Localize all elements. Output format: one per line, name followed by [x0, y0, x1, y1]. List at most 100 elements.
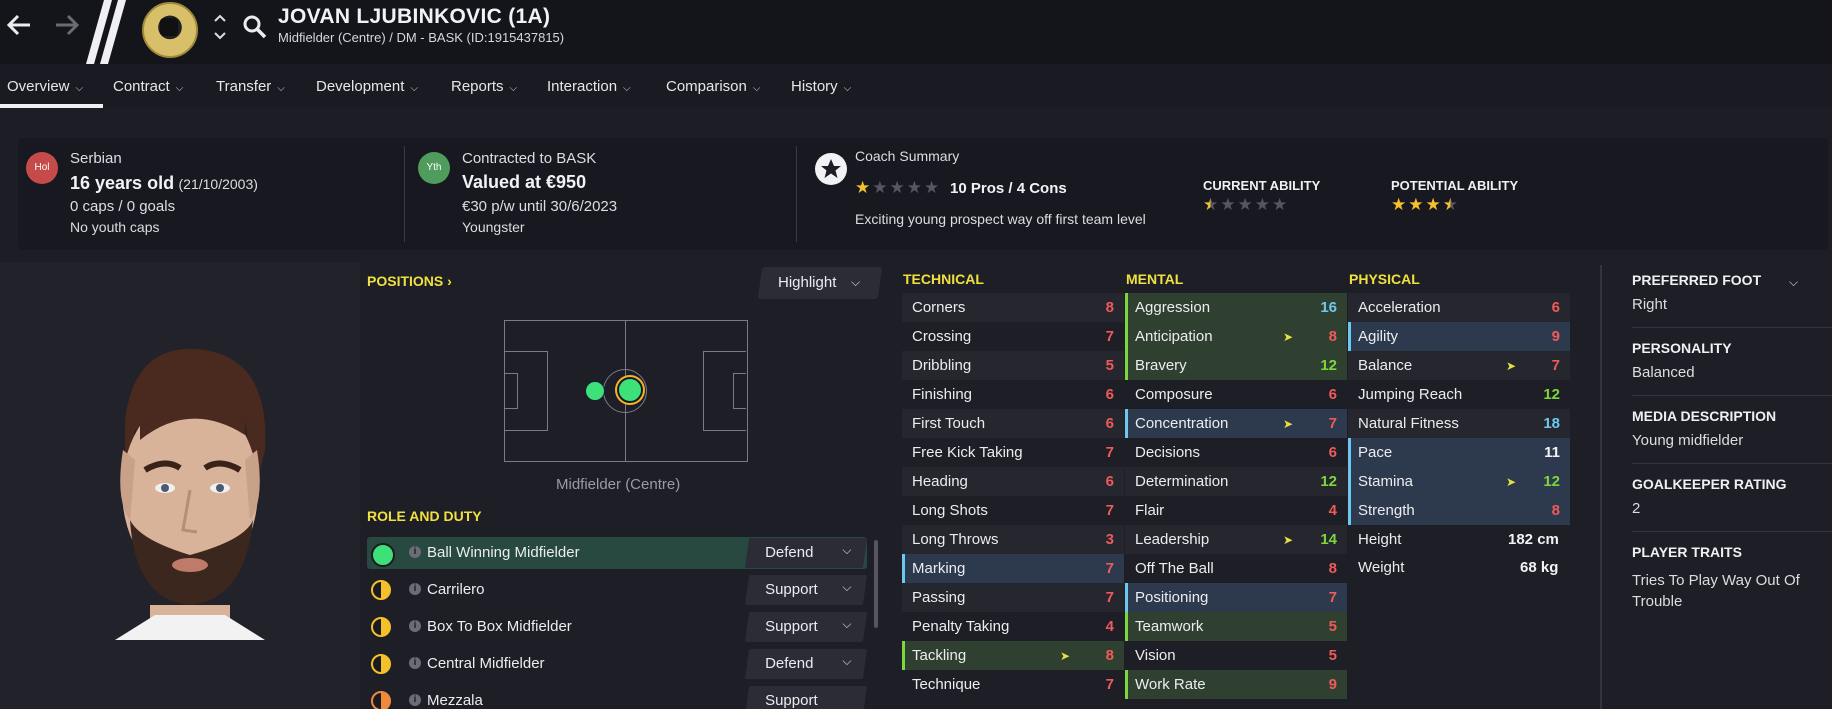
youth-caps: No youth caps: [70, 219, 160, 235]
crest-emblem-icon: [160, 18, 178, 36]
chevron-down-icon[interactable]: ⌵: [1789, 275, 1798, 290]
duty-dropdown[interactable]: Support ⌵: [744, 575, 868, 605]
attribute-row[interactable]: Acceleration 6: [1348, 293, 1570, 322]
positions-title[interactable]: POSITIONS ›: [367, 273, 452, 289]
attribute-row[interactable]: Anticipation ➤ 8: [1125, 322, 1347, 351]
tab-interaction[interactable]: Interaction ⌵: [547, 78, 631, 95]
attribute-value: 9: [1551, 328, 1560, 345]
attribute-row[interactable]: Dribbling 5: [902, 351, 1124, 380]
role-scrollbar[interactable]: [874, 540, 878, 628]
info-icon[interactable]: i: [409, 620, 421, 632]
duty-label: Defend: [765, 544, 814, 561]
attribute-row[interactable]: Bravery 12: [1125, 351, 1347, 380]
highlight-label: Highlight: [778, 274, 837, 291]
attribute-row[interactable]: Free Kick Taking 7: [902, 438, 1124, 467]
natural-position-dot: [617, 377, 643, 403]
potential-ability-stars[interactable]: ★ ★ ★ ★: [1391, 195, 1460, 215]
star-icon: ★: [924, 178, 940, 197]
attribute-row[interactable]: Pace 11: [1348, 438, 1570, 467]
pros-cons[interactable]: 10 Pros / 4 Cons: [950, 180, 1067, 197]
attribute-value: 8: [1105, 647, 1114, 664]
info-icon[interactable]: i: [409, 657, 421, 669]
duty-dropdown[interactable]: Support: [744, 686, 867, 709]
attribute-row[interactable]: Flair 4: [1125, 496, 1347, 525]
attribute-row[interactable]: Vision 5: [1125, 641, 1347, 670]
forward-arrow-icon[interactable]: [52, 10, 82, 48]
attribute-row[interactable]: Stamina ➤ 12: [1348, 467, 1570, 496]
duty-dropdown[interactable]: Support ⌵: [744, 612, 868, 642]
search-icon[interactable]: [242, 14, 268, 40]
top-bar: [0, 0, 1832, 64]
up-down-chevron-icon[interactable]: [212, 10, 228, 47]
tab-label: Development: [316, 78, 405, 95]
coach-summary-title: Coach Summary: [855, 148, 960, 164]
role-suitability-icon: [371, 654, 391, 674]
attribute-row[interactable]: Marking 7: [902, 554, 1124, 583]
coach-star-icon[interactable]: [815, 153, 847, 185]
attribute-name: Crossing: [912, 328, 972, 345]
attribute-row[interactable]: Decisions 6: [1125, 438, 1347, 467]
attribute-row[interactable]: Penalty Taking 4: [902, 612, 1124, 641]
nation-badge[interactable]: Hol: [26, 152, 58, 184]
tab-development[interactable]: Development ⌵: [316, 78, 418, 95]
tab-history[interactable]: History ⌵: [791, 78, 851, 95]
duty-dropdown[interactable]: Defend ⌵: [744, 538, 868, 568]
attribute-row[interactable]: Balance ➤ 7: [1348, 351, 1570, 380]
tab-overview[interactable]: Overview ⌵: [7, 78, 83, 95]
attribute-row[interactable]: Corners 8: [902, 293, 1124, 322]
attribute-row[interactable]: Work Rate 9: [1125, 670, 1347, 699]
attribute-row[interactable]: Agility 9: [1348, 322, 1570, 351]
attribute-row[interactable]: Off The Ball 8: [1125, 554, 1347, 583]
attribute-row[interactable]: Concentration ➤ 7: [1125, 409, 1347, 438]
attribute-improving-arrow-icon: ➤: [1282, 533, 1293, 547]
attribute-row[interactable]: Natural Fitness 18: [1348, 409, 1570, 438]
tab-contract[interactable]: Contract ⌵: [113, 78, 183, 95]
attribute-row[interactable]: Tackling ➤ 8: [902, 641, 1124, 670]
tab-reports[interactable]: Reports ⌵: [451, 78, 517, 95]
pitch-diagram[interactable]: [504, 320, 748, 462]
attribute-row[interactable]: Finishing 6: [902, 380, 1124, 409]
duty-label: Support: [765, 581, 818, 598]
current-ability-stars[interactable]: ★ ★ ★ ★ ★: [1203, 195, 1289, 215]
attribute-row[interactable]: Leadership ➤ 14: [1125, 525, 1347, 554]
tab-transfer[interactable]: Transfer ⌵: [216, 78, 285, 95]
chevron-down-icon: ⌵: [752, 83, 761, 94]
attribute-row[interactable]: Strength 8: [1348, 496, 1570, 525]
attribute-value: 8: [1328, 328, 1337, 345]
attribute-row[interactable]: Long Throws 3: [902, 525, 1124, 554]
attribute-row[interactable]: Teamwork 5: [1125, 612, 1347, 641]
attribute-name: Corners: [912, 299, 966, 316]
attribute-value: 7: [1328, 415, 1337, 432]
back-arrow-icon[interactable]: [4, 10, 34, 48]
duty-dropdown[interactable]: Defend ⌵: [744, 649, 868, 679]
attribute-row[interactable]: Positioning 7: [1125, 583, 1347, 612]
chevron-down-icon: ⌵: [623, 83, 631, 94]
attribute-row[interactable]: Passing 7: [902, 583, 1124, 612]
role-row[interactable]: i Central Midfielder Defend ⌵: [367, 648, 868, 680]
role-row[interactable]: i Carrilero Support ⌵: [367, 574, 868, 606]
role-row[interactable]: i Ball Winning Midfielder Defend ⌵: [367, 537, 868, 569]
role-suitability-icon: [371, 580, 391, 600]
mental-title: MENTAL: [1126, 271, 1184, 287]
tab-comparison[interactable]: Comparison ⌵: [666, 78, 760, 95]
attribute-row[interactable]: Crossing 7: [902, 322, 1124, 351]
attribute-row[interactable]: Heading 6: [902, 467, 1124, 496]
active-tab-indicator: [0, 104, 103, 108]
attribute-value: 6: [1105, 386, 1114, 403]
info-icon[interactable]: i: [409, 583, 421, 595]
player-wage: €30 p/w until 30/6/2023: [462, 198, 618, 215]
attribute-row[interactable]: First Touch 6: [902, 409, 1124, 438]
attribute-row[interactable]: Composure 6: [1125, 380, 1347, 409]
chevron-down-icon: ⌵: [842, 543, 852, 557]
attribute-row[interactable]: Long Shots 7: [902, 496, 1124, 525]
attribute-row[interactable]: Technique 7: [902, 670, 1124, 699]
weight-value: 68 kg: [1520, 559, 1559, 576]
info-icon[interactable]: i: [409, 546, 421, 558]
info-icon[interactable]: i: [409, 694, 421, 706]
attribute-row[interactable]: Aggression 16: [1125, 293, 1347, 322]
attribute-value: 6: [1105, 415, 1114, 432]
attribute-row[interactable]: Jumping Reach 12: [1348, 380, 1570, 409]
role-row[interactable]: i Mezzala Support: [367, 685, 867, 709]
attribute-row[interactable]: Determination 12: [1125, 467, 1347, 496]
role-row[interactable]: i Box To Box Midfielder Support ⌵: [367, 611, 868, 643]
